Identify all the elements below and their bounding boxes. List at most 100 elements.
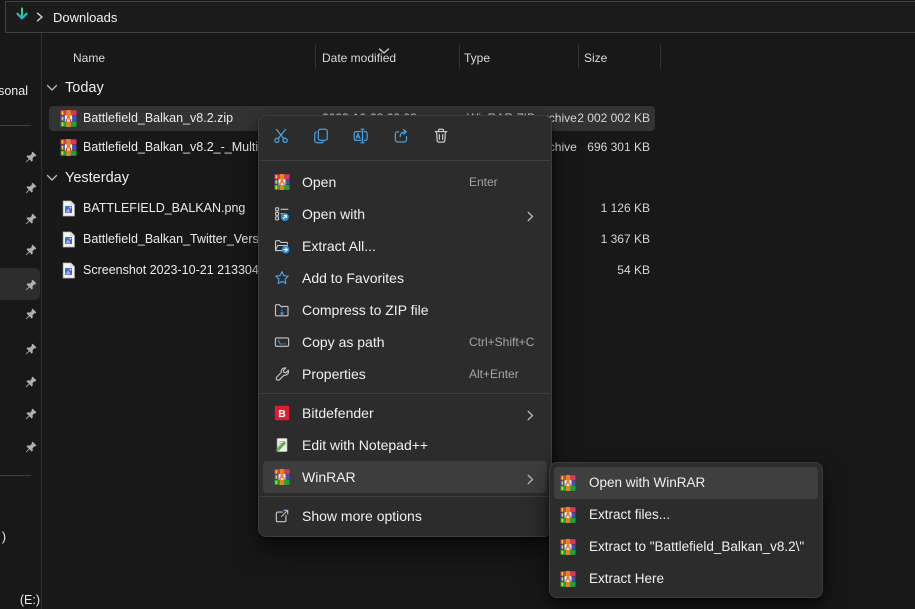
compress-icon [274,302,290,318]
context-menu: Open Enter Open with Extract All...Add to… [258,115,552,537]
sidebar-separator [0,125,31,126]
address-bar[interactable]: Downloads [5,1,915,33]
pin-icon [25,375,38,388]
pin-icon [25,181,38,194]
file-name: Screenshot 2023-10-21 213304.png [83,255,283,286]
column-separator [578,44,579,69]
submenu-chevron-icon [527,472,534,490]
pin-icon [25,150,38,163]
copy-path-icon [274,334,290,350]
pin-icon [25,440,38,453]
sidebar-item-partial-personal[interactable]: sonal [0,84,28,98]
context-menu-quick-actions [259,116,551,160]
menu-item-shortcut: Alt+Enter [469,358,519,390]
winrar-file-icon [60,110,77,127]
menu-item-shortcut: Enter [469,166,498,198]
pin-icon [25,243,38,256]
sidebar-item-partial-drive[interactable]: ) [2,530,6,544]
rename-icon [352,127,370,150]
menu-item-label: Add to Favorites [302,262,404,294]
column-header-size[interactable]: Size [584,51,607,65]
menu-item-properties[interactable]: PropertiesAlt+Enter [263,358,547,390]
sort-chevron-down-icon [378,42,390,60]
submenu-item-open-with-winrar[interactable]: Open with WinRAR [554,467,818,499]
submenu-item-label: Open with WinRAR [589,467,705,499]
winrar-icon [560,475,576,491]
image-file-icon [60,231,77,248]
menu-item-label: Copy as path [302,326,385,358]
delete-icon [432,127,450,150]
menu-item-winrar[interactable]: WinRAR [263,461,547,493]
column-header-name[interactable]: Name [73,51,105,65]
extract-all-icon [274,238,290,254]
menu-item-copy-as-path[interactable]: Copy as pathCtrl+Shift+C [263,326,547,358]
share-button[interactable] [381,121,421,155]
file-name: Battlefield_Balkan_v8.2.zip [83,103,233,134]
submenu-chevron-icon [527,408,534,426]
sidebar-separator [0,475,31,476]
pin-icon [25,212,38,225]
image-file-icon [60,200,77,217]
rename-button[interactable] [341,121,381,155]
group-chevron-down-icon[interactable] [46,174,58,182]
submenu-chevron-icon [527,209,534,227]
copy-button[interactable] [301,121,341,155]
share-icon [392,127,410,150]
pin-icon [25,407,38,420]
menu-item-open[interactable]: Open Enter [263,166,547,198]
menu-item-label: Extract All... [302,230,376,262]
favorites-icon [274,270,290,286]
submenu-item-extract-to-battlefield-balkan-v8-2[interactable]: Extract to "Battlefield_Balkan_v8.2\" [554,531,818,563]
image-file-icon [60,262,77,279]
menu-item-show-more-options[interactable]: Show more options [263,500,547,532]
delete-button[interactable] [421,121,461,155]
menu-item-edit-with-notepad[interactable]: Edit with Notepad++ [263,429,547,461]
menu-item-bitdefender[interactable]: B Bitdefender [263,397,547,429]
menu-item-add-to-favorites[interactable]: Add to Favorites [263,262,547,294]
group-header[interactable]: Yesterday [65,167,129,189]
submenu-item-label: Extract to "Battlefield_Balkan_v8.2\" [589,531,804,563]
open-with-icon [274,206,290,222]
menu-item-label: Open [302,166,336,198]
menu-item-open-with[interactable]: Open with [263,198,547,230]
notepadpp-icon [274,437,290,453]
submenu-item-extract-here[interactable]: Extract Here [554,563,818,595]
menu-item-compress-to-zip-file[interactable]: Compress to ZIP file [263,294,547,326]
submenu-item-label: Extract files... [589,499,670,531]
column-header-type[interactable]: Type [464,51,490,65]
show-more-icon [274,508,290,524]
winrar-icon [560,507,576,523]
chevron-right-icon [36,12,44,22]
group-header[interactable]: Today [65,77,104,99]
downloads-folder-icon [14,7,30,27]
sidebar-item-partial-drive-e[interactable]: (E:) [20,593,40,607]
pin-icon [25,278,38,291]
menu-item-label: Edit with Notepad++ [302,429,428,461]
copy-icon [312,127,330,150]
cut-button[interactable] [261,121,301,155]
column-separator [660,44,661,69]
file-name: Battlefield_Balkan_v8.2_-_Multipla [83,132,275,163]
menu-separator [260,393,550,394]
winrar-icon [560,571,576,587]
menu-item-label: Bitdefender [302,397,374,429]
breadcrumb-location[interactable]: Downloads [53,10,117,25]
winrar-file-icon [60,139,77,156]
menu-item-extract-all[interactable]: Extract All... [263,230,547,262]
sidebar: sonal) (E:) [0,33,42,609]
svg-text:B: B [278,408,286,420]
cut-icon [272,127,290,150]
winrar-icon [274,174,290,190]
menu-item-label: WinRAR [302,461,356,493]
bitdefender-icon: B [274,405,290,421]
menu-item-label: Compress to ZIP file [302,294,429,326]
group-chevron-down-icon[interactable] [46,84,58,92]
file-name: Battlefield_Balkan_Twitter_Version [83,224,275,255]
winrar-icon [560,539,576,555]
column-separator [459,44,460,69]
properties-icon [274,366,290,382]
pin-icon [25,342,38,355]
submenu-item-extract-files[interactable]: Extract files... [554,499,818,531]
submenu-item-label: Extract Here [589,563,664,595]
file-explorer-window: Downloads sonal)(E:) NameDate modifiedTy… [0,0,915,609]
